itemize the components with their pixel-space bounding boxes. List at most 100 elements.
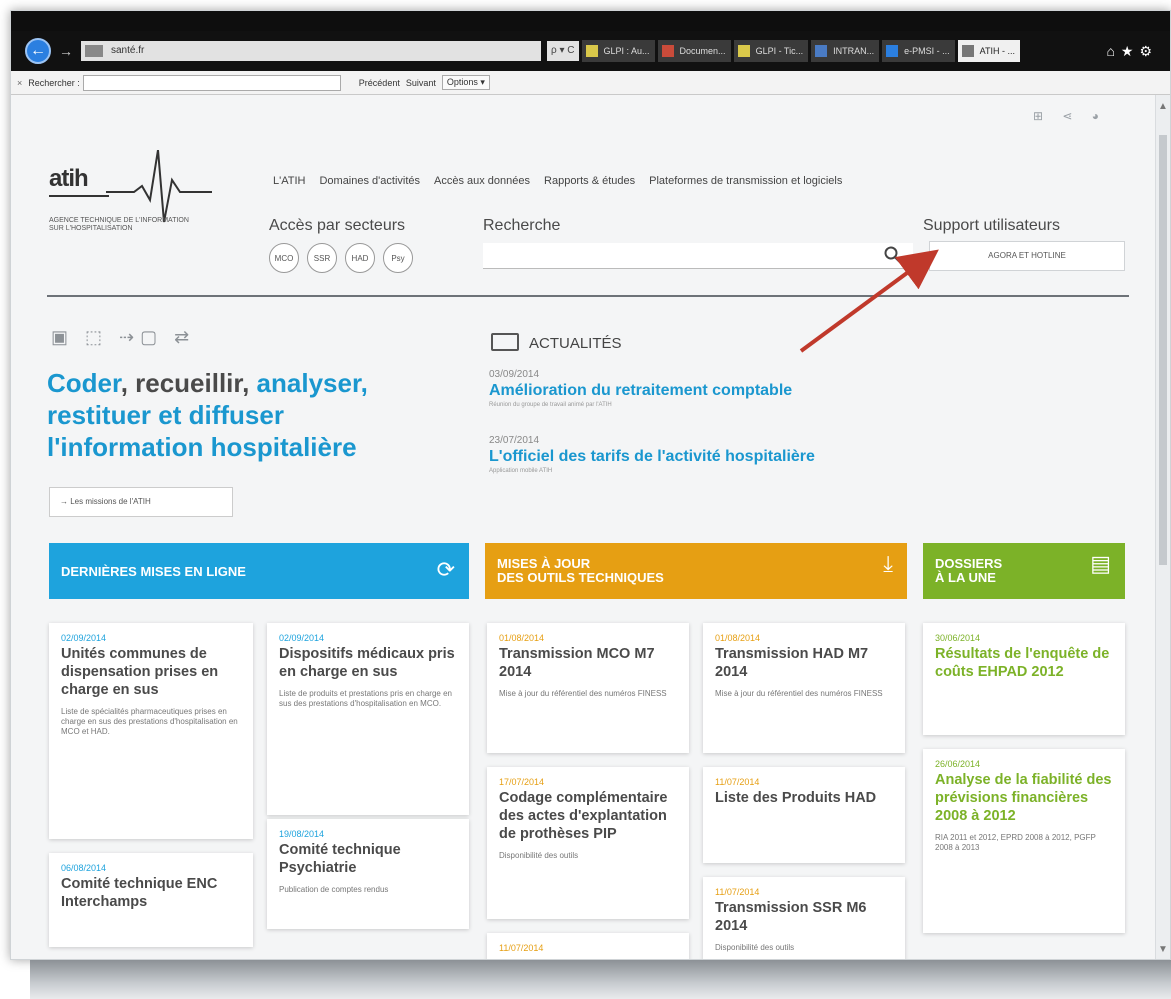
latest-online-header: DERNIÈRES MISES EN LIGNE ⟳	[49, 543, 469, 599]
nav-item-rapports[interactable]: Rapports & études	[544, 175, 635, 187]
card[interactable]: 11/07/2014 Transmission SSR M6 2014 Disp…	[703, 877, 905, 959]
tools-updates-header: MISES À JOUR DES OUTILS TECHNIQUES ⤓	[485, 543, 907, 599]
top-navigation: L'ATIH Domaines d'activités Accès aux do…	[273, 175, 842, 187]
vertical-scrollbar[interactable]: ▲ ▼	[1155, 95, 1170, 959]
find-options[interactable]: Options ▾	[441, 75, 490, 90]
news-subtitle: Réunion du groupe de travail animé par l…	[489, 402, 612, 408]
news-title[interactable]: Amélioration du retraitement comptable	[489, 382, 792, 400]
tab-glpi[interactable]: GLPI : Au...	[581, 40, 655, 62]
news-item[interactable]: 23/07/2014 L'officiel des tarifs de l'ac…	[489, 435, 815, 474]
logo-underline	[49, 195, 109, 197]
card-title[interactable]: Dispositifs médicaux pris en charge en s…	[279, 645, 457, 681]
find-bar: × Rechercher : Précédent Suivant Options…	[11, 71, 1170, 95]
card-title[interactable]: Transmission SSR M6 2014	[715, 899, 893, 935]
refresh-icon[interactable]: ⟳	[437, 557, 455, 583]
news-title[interactable]: L'officiel des tarifs de l'activité hosp…	[489, 448, 815, 466]
card-title[interactable]: Transmission MCO M7 2014	[499, 645, 677, 681]
sector-psy-button[interactable]: Psy	[383, 243, 413, 273]
browser-window: ← → santé.fr ρ ▾ C GLPI : Au... Documen.…	[10, 10, 1171, 960]
missions-button[interactable]: → Les missions de l'ATIH	[49, 487, 233, 517]
document-icon: ▤	[1090, 551, 1111, 576]
tab-glpi-tickets[interactable]: GLPI - Tic...	[733, 40, 809, 62]
agora-hotline-button[interactable]: AGORA ET HOTLINE	[929, 241, 1125, 271]
window-shadow	[30, 960, 1171, 999]
card-description: Liste de produits et prestations pris en…	[279, 689, 452, 708]
find-next[interactable]: Suivant	[406, 78, 436, 88]
sector-had-button[interactable]: HAD	[345, 243, 375, 273]
actualites-title: ACTUALITÉS	[529, 335, 622, 352]
card[interactable]: 11/07/2014 Liste des Produits HAD	[703, 767, 905, 863]
forward-button[interactable]: →	[59, 43, 73, 59]
find-input[interactable]	[82, 74, 341, 91]
card[interactable]: 01/08/2014 Transmission HAD M7 2014 Mise…	[703, 623, 905, 753]
card[interactable]: 19/08/2014 Comité technique Psychiatrie …	[267, 819, 469, 929]
card-date: 01/08/2014	[499, 633, 545, 643]
tab-atih[interactable]: ATIH - ...	[957, 40, 1020, 62]
tab-icon	[737, 45, 750, 57]
card-title[interactable]: Analyse de la fiabilité des prévisions f…	[935, 771, 1113, 825]
card[interactable]: 02/09/2014 Dispositifs médicaux pris en …	[267, 623, 469, 815]
scroll-down-icon[interactable]: ▼	[1158, 944, 1168, 955]
address-controls[interactable]: ρ ▾ C	[547, 41, 579, 61]
nav-item-atih[interactable]: L'ATIH	[273, 175, 305, 187]
search-icon[interactable]	[883, 245, 903, 265]
back-button[interactable]: ←	[25, 38, 51, 64]
card-date: 26/06/2014	[935, 759, 981, 769]
card-date: 11/07/2014	[715, 777, 760, 787]
tab-epmsi[interactable]: e-PMSI - ...	[882, 40, 955, 62]
nav-item-domaines[interactable]: Domaines d'activités	[319, 175, 420, 187]
sectors-title: Accès par secteurs	[269, 217, 406, 234]
card-title[interactable]: Transmission HAD M7 2014	[715, 645, 893, 681]
card-date: 06/08/2014	[61, 863, 107, 873]
news-item[interactable]: 03/09/2014 Amélioration du retraitement …	[489, 369, 792, 408]
card-title[interactable]: Codage complémentaire des actes d'explan…	[499, 789, 677, 843]
card[interactable]: 01/08/2014 Transmission MCO M7 2014 Mise…	[487, 623, 689, 753]
card-description: Publication de comptes rendus	[279, 885, 389, 894]
sector-mco-button[interactable]: MCO	[269, 243, 299, 273]
nav-item-acces-donnees[interactable]: Accès aux données	[434, 175, 530, 187]
download-icon[interactable]: ⤓	[883, 553, 893, 575]
card[interactable]: 30/06/2014 Résultats de l'enquête de coû…	[923, 623, 1125, 735]
tab-icon	[815, 45, 828, 57]
support-title: Support utilisateurs	[923, 217, 1060, 234]
card-title[interactable]: Liste des Produits HAD	[715, 789, 893, 807]
card[interactable]: 06/08/2014 Comité technique ENC Intercha…	[49, 853, 253, 947]
page-headline: Coder, recueillir, analyser, restituer e…	[47, 368, 368, 462]
card-date: 11/07/2014	[499, 943, 544, 953]
card-description: RIA 2011 et 2012, EPRD 2008 à 2012, PGFP…	[935, 833, 1096, 852]
card-title[interactable]: Résultats de l'enquête de coûts EHPAD 20…	[935, 645, 1113, 681]
card-title[interactable]: Unités communes de dispensation prises e…	[61, 645, 241, 699]
home-favorites-settings-icons[interactable]: ⌂★⚙	[1106, 43, 1158, 60]
find-previous[interactable]: Précédent	[359, 78, 400, 88]
card[interactable]: 26/06/2014 Analyse de la fiabilité des p…	[923, 749, 1125, 933]
card-title[interactable]: Comité technique Psychiatrie	[279, 841, 457, 877]
tab-documents[interactable]: Documen...	[657, 40, 731, 62]
scroll-up-icon[interactable]: ▲	[1158, 101, 1168, 112]
card[interactable]: 02/09/2014 Unités communes de dispensati…	[49, 623, 253, 839]
card-description: Mise à jour du référentiel des numéros F…	[499, 689, 667, 698]
social-icons[interactable]: ⊞ ⋖ ◕	[1033, 109, 1107, 123]
address-field[interactable]: santé.fr	[81, 41, 541, 61]
search-input[interactable]	[483, 243, 913, 269]
card-date: 17/07/2014	[499, 777, 545, 787]
sector-ssr-button[interactable]: SSR	[307, 243, 337, 273]
atih-logo[interactable]: atih	[49, 165, 89, 193]
card-title[interactable]: Comité technique ENC Interchamps	[61, 875, 241, 911]
card[interactable]: 17/07/2014 Codage complémentaire des act…	[487, 767, 689, 919]
news-date: 03/09/2014	[489, 369, 540, 380]
logo-tagline: Agence technique de l'information sur l'…	[49, 217, 189, 232]
sector-buttons: MCO SSR HAD Psy	[269, 243, 413, 273]
card[interactable]: 11/07/2014	[487, 933, 689, 959]
card-description: Liste de spécialités pharmaceutiques pri…	[61, 707, 238, 736]
tab-intranet[interactable]: INTRAN...	[811, 40, 880, 62]
nav-item-plateformes[interactable]: Plateformes de transmission et logiciels	[649, 175, 842, 187]
search-title: Recherche	[483, 217, 561, 234]
card-date: 19/08/2014	[279, 829, 325, 839]
card-date: 02/09/2014	[279, 633, 325, 643]
card-date: 11/07/2014	[715, 887, 760, 897]
find-label: Rechercher :	[28, 77, 80, 88]
find-close-icon[interactable]: ×	[17, 78, 22, 88]
tab-icon	[661, 45, 674, 57]
scroll-thumb[interactable]	[1159, 135, 1167, 565]
news-subtitle: Application mobile ATIH	[489, 468, 553, 474]
